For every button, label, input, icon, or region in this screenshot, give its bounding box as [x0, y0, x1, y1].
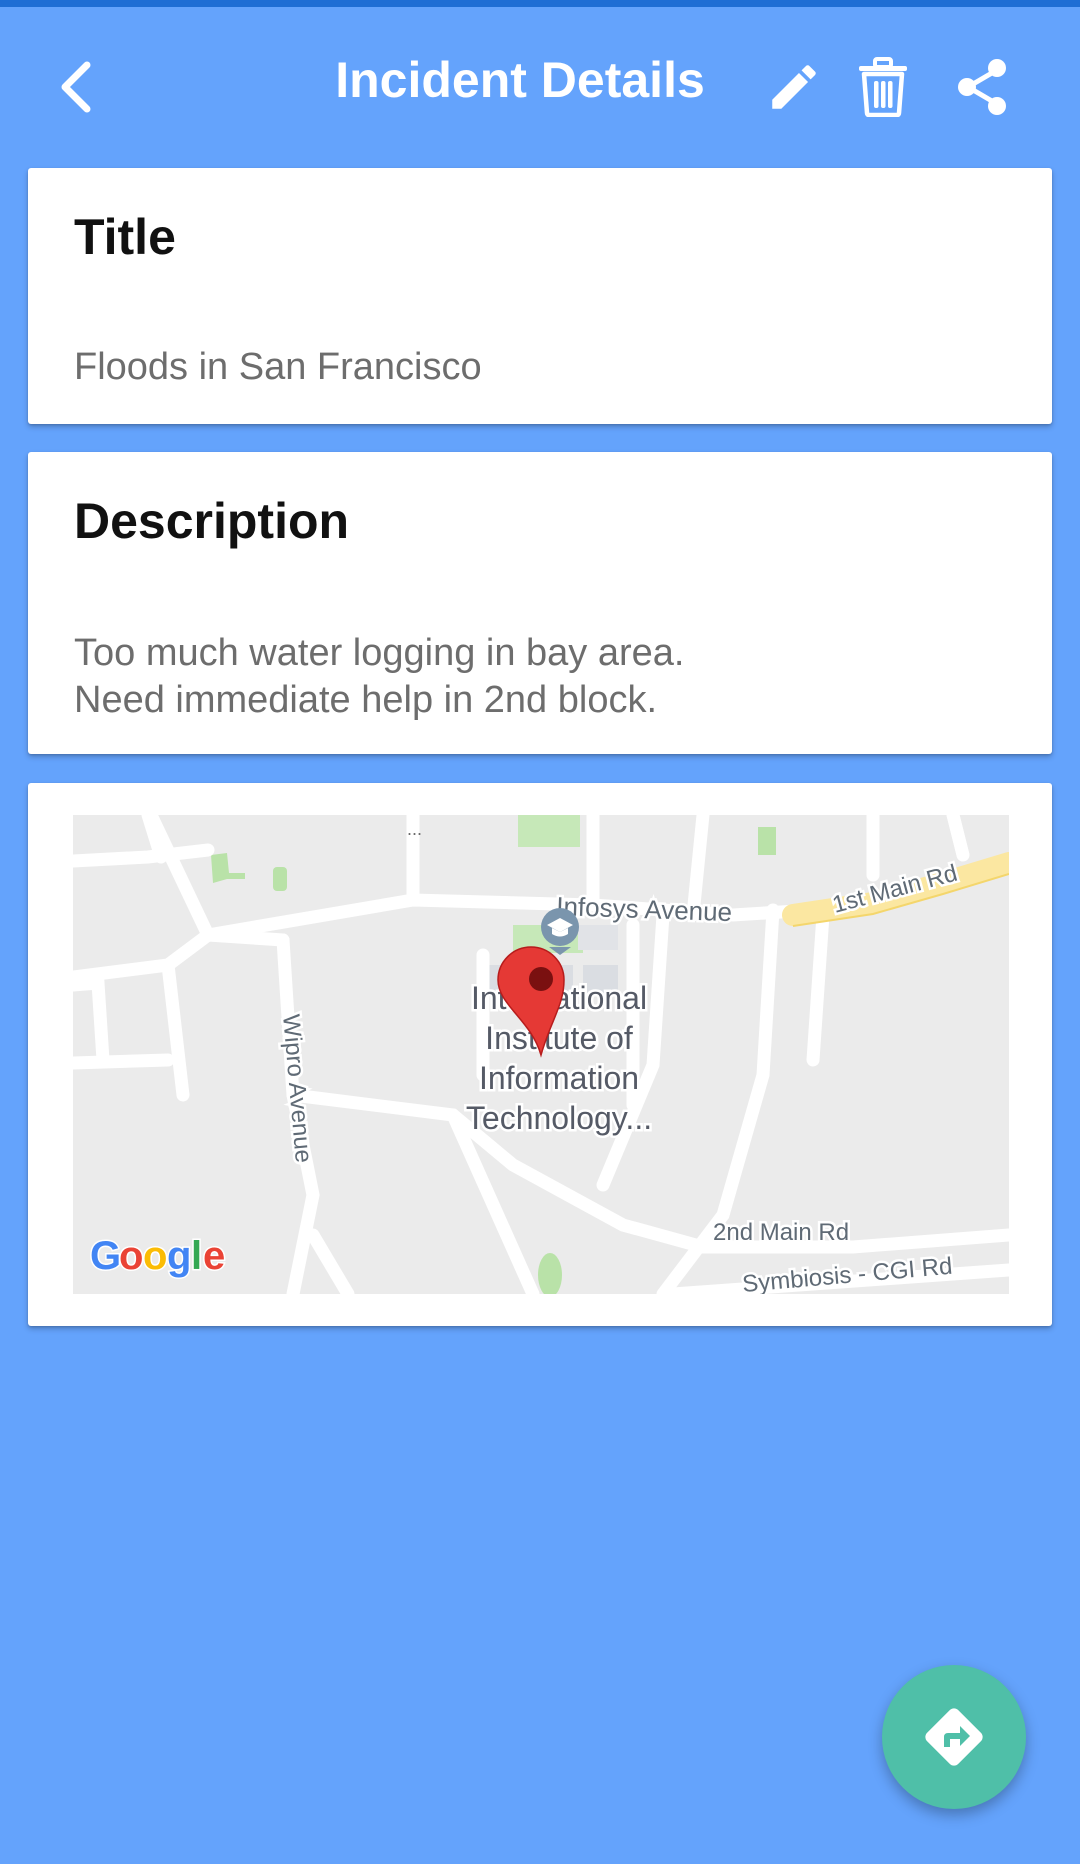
map-label-second-main: 2nd Main Rd — [713, 1219, 849, 1246]
map-label-iiit-line: Institute of — [485, 1020, 633, 1056]
directions-fab[interactable] — [882, 1665, 1026, 1809]
map-label-ellipsis: ... — [407, 819, 422, 839]
app-bar: Incident Details — [0, 7, 1080, 159]
title-heading: Title — [74, 209, 176, 265]
map-label-infosys: Infosys Avenue — [556, 891, 733, 927]
directions-icon — [925, 1708, 983, 1766]
google-logo-letter: g — [167, 1234, 191, 1278]
google-logo-letter: G — [90, 1234, 121, 1278]
status-bar-strip — [0, 0, 1080, 7]
google-logo-letter: o — [143, 1234, 167, 1278]
trash-icon — [859, 57, 907, 117]
title-value: Floods in San Francisco — [74, 346, 482, 388]
park-area — [758, 827, 776, 855]
description-heading: Description — [74, 493, 350, 549]
road — [73, 1053, 175, 1070]
title-card: Title Floods in San Francisco — [28, 168, 1052, 424]
map-label-iiit-line: Technology... — [466, 1100, 652, 1136]
delete-button[interactable] — [843, 47, 923, 127]
park-area — [273, 867, 287, 891]
share-icon — [958, 59, 1006, 115]
description-line: Too much water logging in bay area. — [74, 632, 685, 674]
google-logo-letter: l — [191, 1234, 202, 1278]
description-text: Too much water logging in bay area. Need… — [74, 630, 1012, 724]
map-label-iiit-line: Information — [479, 1060, 639, 1096]
building-block — [578, 925, 618, 950]
pencil-icon — [772, 65, 816, 109]
edit-button[interactable] — [754, 47, 834, 127]
google-logo-letter: o — [119, 1234, 143, 1278]
description-card: Description Too much water logging in ba… — [28, 452, 1052, 754]
description-line: Need immediate help in 2nd block. — [74, 679, 658, 721]
share-button[interactable] — [942, 47, 1022, 127]
google-logo-letter: e — [203, 1234, 225, 1278]
map-card: ... Infosys Avenue 1st Main Rd Wipro Ave… — [28, 783, 1052, 1326]
map-view[interactable]: ... Infosys Avenue 1st Main Rd Wipro Ave… — [73, 815, 1009, 1294]
map-canvas: ... Infosys Avenue 1st Main Rd Wipro Ave… — [73, 815, 1009, 1294]
park-area — [518, 815, 580, 847]
